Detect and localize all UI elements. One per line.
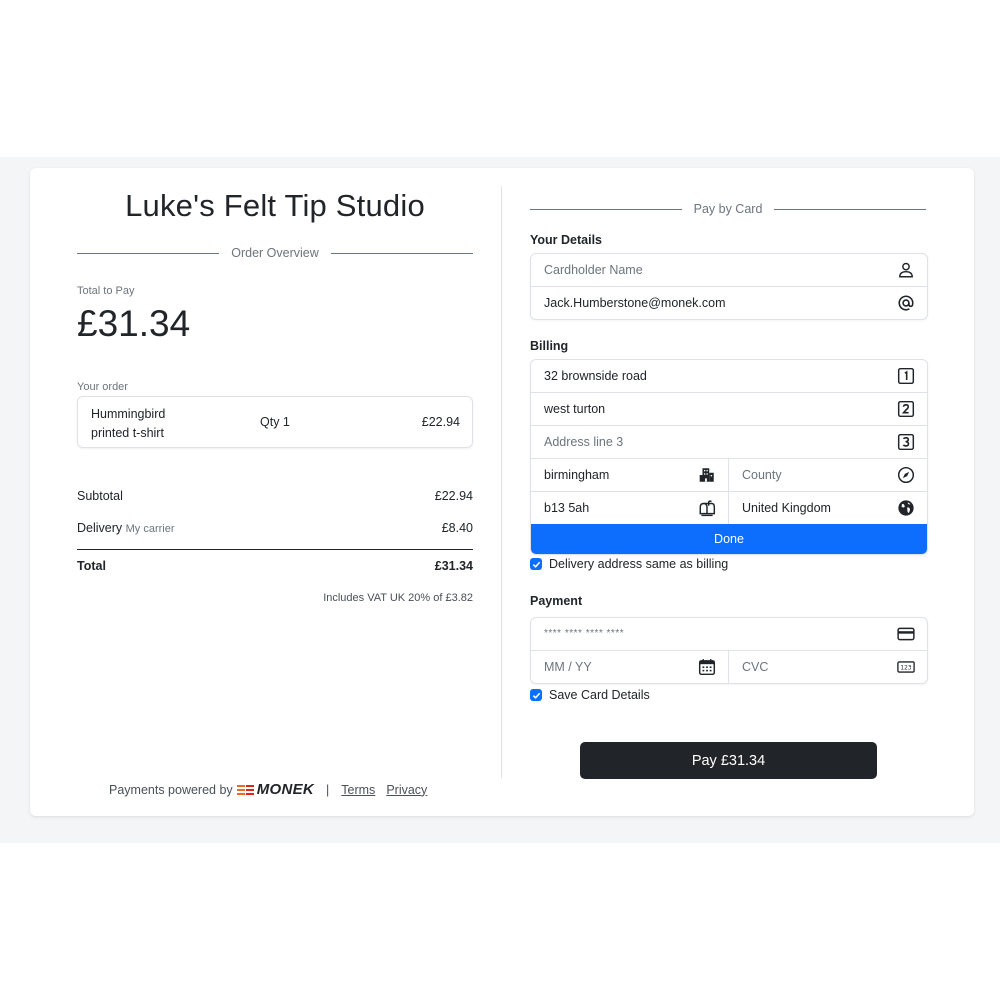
payment-label: Payment — [530, 594, 583, 608]
merchant-title: Luke's Felt Tip Studio — [125, 188, 425, 223]
billing-label: Billing — [530, 339, 569, 353]
monek-logo-text: MONEK — [256, 781, 315, 798]
done-button[interactable]: Done — [531, 524, 927, 554]
email-field[interactable]: Jack.Humberstone@monek.com — [531, 287, 927, 319]
city-value: birmingham — [544, 468, 610, 482]
one-square-icon — [897, 367, 915, 385]
expiry-placeholder: MM / YY — [544, 660, 592, 674]
pay-by-card-heading: Pay by Card — [693, 202, 763, 216]
address-line-3-field[interactable]: Address line 3 — [531, 426, 927, 458]
address-line-1-field[interactable]: 32 brownside road — [531, 360, 927, 392]
total-row: Total £31.34 — [77, 559, 473, 573]
cvc-123-icon: 123 — [897, 661, 915, 673]
your-order-label: Your order — [77, 381, 128, 393]
two-square-icon — [897, 400, 915, 418]
billing-group: 32 brownside road west turton Address li… — [530, 359, 928, 555]
monek-logo-icon: MONEK — [236, 781, 315, 798]
card-number-placeholder: **** **** **** **** — [544, 628, 625, 639]
buildings-icon — [699, 468, 714, 482]
terms-link[interactable]: Terms — [341, 783, 375, 797]
card-number-field[interactable]: **** **** **** **** — [531, 618, 927, 650]
checkmark-icon — [532, 561, 540, 568]
county-field[interactable]: County — [729, 459, 927, 491]
credit-card-icon — [897, 627, 915, 641]
at-sign-icon — [898, 295, 914, 311]
country-value: United Kingdom — [742, 501, 831, 515]
delivery-same-checkbox-row[interactable]: Delivery address same as billing — [530, 557, 728, 571]
cvc-field[interactable]: CVC 123 — [729, 651, 927, 683]
your-details-group: Cardholder Name Jack.Humberstone@monek.c… — [530, 253, 928, 320]
your-details-label: Your Details — [530, 233, 603, 247]
checkmark-icon — [532, 692, 540, 699]
total-divider — [77, 549, 473, 550]
country-field[interactable]: United Kingdom — [729, 492, 927, 524]
order-item-name: Hummingbird printed t-shirt — [91, 407, 166, 440]
payment-footer: Payments powered by MONEK | Terms Privac… — [109, 781, 427, 798]
delivery-same-checkbox[interactable] — [530, 558, 542, 570]
cvc-placeholder: CVC — [742, 660, 769, 674]
city-field[interactable]: birmingham — [531, 459, 729, 491]
mailbox-icon — [699, 500, 716, 517]
compass-icon — [897, 466, 915, 484]
email-value: Jack.Humberstone@monek.com — [544, 296, 726, 310]
vat-note: Includes VAT UK 20% of £3.82 — [323, 592, 473, 604]
three-square-icon — [897, 433, 915, 451]
delivery-label: Delivery — [77, 521, 123, 535]
expiry-field[interactable]: MM / YY — [531, 651, 729, 683]
subtotal-label: Subtotal — [77, 489, 123, 503]
privacy-link[interactable]: Privacy — [386, 783, 427, 797]
address-line-3-placeholder: Address line 3 — [544, 435, 624, 449]
address-line-2-field[interactable]: west turton — [531, 393, 927, 425]
save-card-checkbox-row[interactable]: Save Card Details — [530, 688, 650, 702]
address-line-2-value: west turton — [544, 402, 606, 416]
total-label: Total — [77, 559, 106, 573]
globe-icon — [898, 500, 914, 516]
subtotal-value: £22.94 — [434, 489, 473, 503]
calendar-icon — [698, 659, 716, 676]
save-card-checkbox[interactable] — [530, 689, 542, 701]
delivery-carrier: My carrier — [125, 523, 175, 535]
person-icon — [899, 262, 913, 278]
total-value: £31.34 — [434, 559, 473, 573]
total-to-pay-amount: £31.34 — [77, 303, 191, 344]
column-divider — [501, 186, 502, 778]
postcode-field[interactable]: b13 5ah — [531, 492, 729, 524]
cardholder-name-field[interactable]: Cardholder Name — [531, 254, 927, 286]
order-item-qty: Qty 1 — [260, 415, 290, 429]
subtotal-row: Subtotal £22.94 — [77, 489, 473, 503]
postcode-value: b13 5ah — [544, 501, 590, 515]
order-overview-heading: Order Overview — [231, 246, 319, 260]
address-line-1-value: 32 brownside road — [544, 369, 647, 383]
delivery-value: £8.40 — [441, 521, 473, 535]
total-to-pay-label: Total to Pay — [77, 285, 135, 297]
powered-by-text: Payments powered by — [109, 782, 233, 797]
save-card-label: Save Card Details — [549, 688, 650, 702]
pay-button[interactable]: Pay £31.34 — [580, 742, 877, 779]
delivery-same-label: Delivery address same as billing — [549, 557, 729, 571]
cardholder-name-placeholder: Cardholder Name — [544, 263, 643, 277]
pay-by-card-separator: Pay by Card — [530, 201, 926, 217]
order-item-card: Hummingbird printed t-shirt Qty 1 £22.94 — [77, 396, 473, 448]
order-item-price: £22.94 — [421, 415, 460, 429]
delivery-row: Delivery My carrier £8.40 — [77, 521, 473, 535]
svg-text:123: 123 — [900, 666, 911, 672]
order-overview-separator: Order Overview — [77, 245, 473, 261]
payment-group: **** **** **** **** MM / YY CVC 123 — [530, 617, 928, 684]
footer-separator: | — [326, 782, 330, 797]
county-placeholder: County — [742, 468, 782, 482]
